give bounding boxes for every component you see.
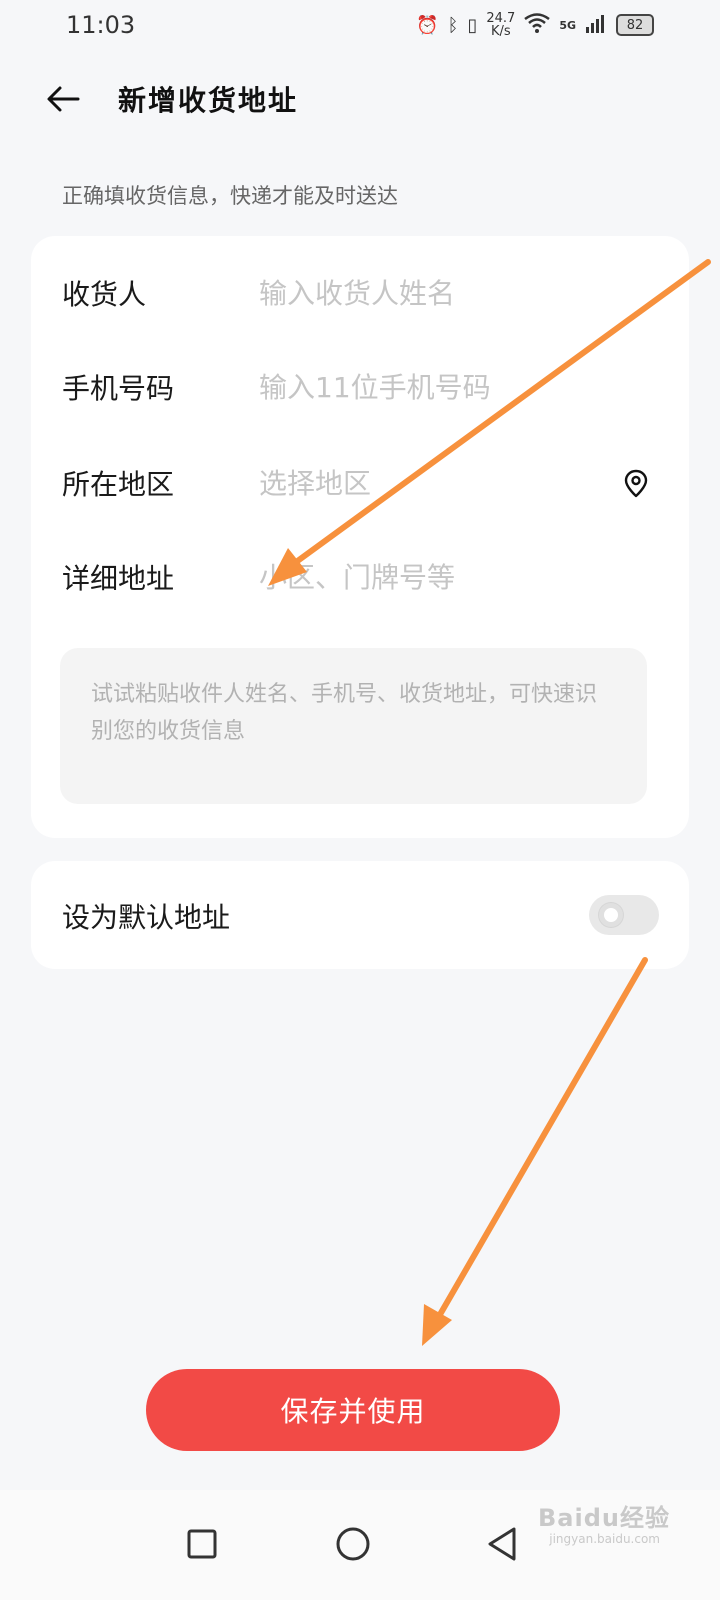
phone-label: 手机号码 bbox=[62, 372, 175, 405]
detail-row: 详细地址 bbox=[31, 547, 689, 607]
detail-input[interactable] bbox=[259, 555, 599, 599]
annotation-arrow-bottom bbox=[422, 957, 648, 1346]
recipient-input[interactable] bbox=[259, 271, 599, 315]
alarm-icon: ⏰ bbox=[416, 14, 439, 36]
network-type: 5G bbox=[559, 18, 576, 32]
bluetooth-icon: ᛒ bbox=[447, 14, 459, 36]
status-bar: 11:03 ⏰ ᛒ ▯ 24.7 K/s 5G 82 bbox=[0, 0, 720, 50]
region-label: 所在地区 bbox=[62, 468, 175, 501]
network-speed: 24.7 K/s bbox=[486, 12, 515, 38]
status-icons: ⏰ ᛒ ▯ 24.7 K/s 5G 82 bbox=[416, 12, 654, 38]
recipient-label: 收货人 bbox=[62, 278, 147, 311]
default-address-label: 设为默认地址 bbox=[62, 901, 231, 934]
location-pin-icon[interactable] bbox=[621, 468, 651, 498]
signal-icon bbox=[585, 13, 607, 38]
address-form-card: 收货人 手机号码 所在地区 详细地址 bbox=[31, 236, 689, 838]
toggle-knob bbox=[599, 903, 623, 927]
recent-apps-icon[interactable] bbox=[166, 1508, 238, 1580]
back-arrow-icon[interactable] bbox=[44, 80, 82, 118]
wifi-icon bbox=[524, 12, 551, 38]
phone-row: 手机号码 bbox=[31, 357, 689, 417]
system-nav-bar: Baidu经验 jingyan.baidu.com bbox=[0, 1490, 720, 1600]
region-row[interactable]: 所在地区 bbox=[31, 453, 689, 513]
speed-unit: K/s bbox=[490, 24, 511, 39]
vibrate-icon: ▯ bbox=[467, 14, 478, 36]
form-tip: 正确填收货信息，快递才能及时送达 bbox=[62, 184, 398, 208]
watermark-brand: Baidu经验 bbox=[538, 1504, 670, 1532]
default-address-card: 设为默认地址 bbox=[31, 861, 689, 969]
header: 新增收货地址 bbox=[0, 66, 720, 132]
phone-input[interactable] bbox=[259, 365, 599, 409]
home-icon[interactable] bbox=[317, 1508, 389, 1580]
default-address-toggle[interactable] bbox=[589, 895, 659, 935]
detail-label: 详细地址 bbox=[62, 562, 175, 595]
page-title: 新增收货地址 bbox=[118, 84, 299, 117]
watermark-url: jingyan.baidu.com bbox=[549, 1532, 660, 1546]
recipient-row: 收货人 bbox=[31, 263, 689, 323]
battery-icon: 82 bbox=[616, 14, 654, 36]
save-and-use-button[interactable]: 保存并使用 bbox=[146, 1369, 560, 1451]
back-nav-icon[interactable] bbox=[466, 1508, 538, 1580]
region-input[interactable] bbox=[259, 461, 599, 505]
smart-paste-textarea[interactable] bbox=[60, 648, 647, 804]
status-time: 11:03 bbox=[66, 11, 136, 39]
